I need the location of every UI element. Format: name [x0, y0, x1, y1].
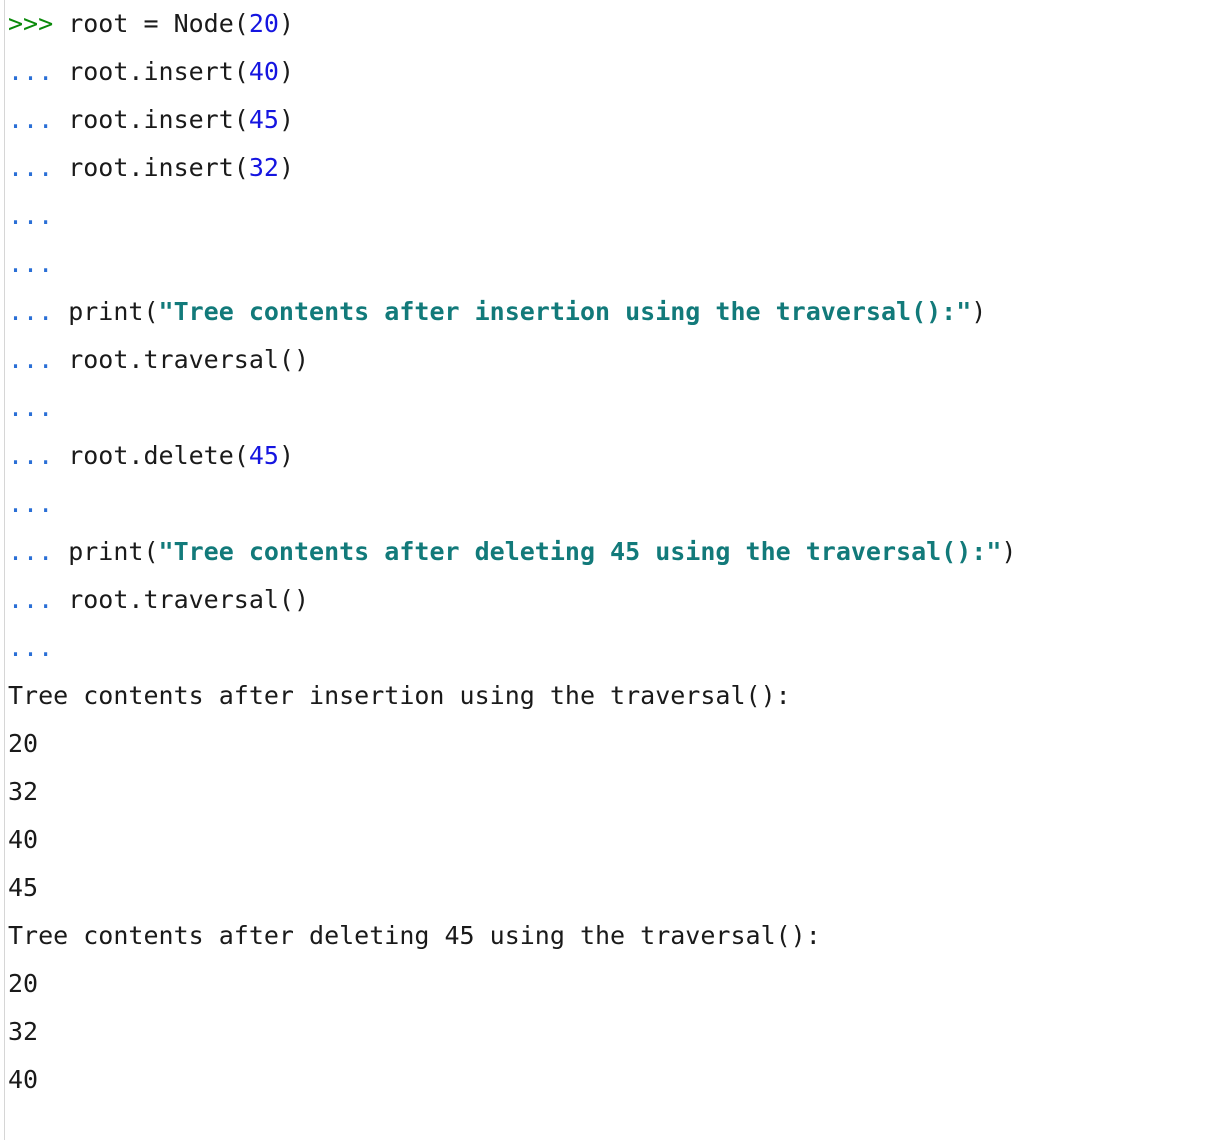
code-text: root.delete(: [53, 441, 249, 470]
continuation-prompt: ...: [8, 249, 54, 278]
code-text: root.insert(: [53, 153, 249, 182]
code-line: >>> root = Node(20): [8, 0, 1220, 48]
code-text: print(: [53, 537, 159, 566]
code-text: root.traversal(): [53, 345, 310, 374]
output-value: 40: [8, 1065, 39, 1094]
code-text: ): [971, 297, 987, 326]
code-text: ): [278, 9, 294, 38]
code-text: ): [278, 105, 294, 134]
code-line: ... print("Tree contents after deleting …: [8, 528, 1220, 576]
continuation-prompt: ...: [8, 153, 54, 182]
number-literal: 32: [248, 153, 279, 182]
continuation-prompt: ...: [8, 105, 54, 134]
code-line: ... root.traversal(): [8, 336, 1220, 384]
code-line: ... print("Tree contents after insertion…: [8, 288, 1220, 336]
output-value: 32: [8, 777, 39, 806]
continuation-prompt: ...: [8, 441, 54, 470]
empty-continuation-line: ...: [8, 192, 1220, 240]
continuation-prompt: ...: [8, 489, 54, 518]
string-literal: "Tree contents after insertion using the…: [158, 297, 972, 326]
output-heading: Tree contents after deleting 45 using th…: [8, 921, 821, 950]
continuation-prompt: ...: [8, 201, 54, 230]
number-literal: 45: [248, 105, 279, 134]
number-literal: 20: [248, 9, 279, 38]
output-value: 32: [8, 1017, 39, 1046]
console-lines: >>> root = Node(20) ... root.insert(40) …: [8, 0, 1220, 1104]
empty-continuation-line: ...: [8, 624, 1220, 672]
continuation-prompt: ...: [8, 297, 54, 326]
number-literal: 45: [248, 441, 279, 470]
continuation-prompt: ...: [8, 393, 54, 422]
code-text: root.traversal(): [53, 585, 310, 614]
continuation-prompt: ...: [8, 585, 54, 614]
output-value: 20: [8, 729, 39, 758]
code-line: ... root.insert(32): [8, 144, 1220, 192]
empty-continuation-line: ...: [8, 240, 1220, 288]
output-value: 40: [8, 825, 39, 854]
continuation-prompt: ...: [8, 633, 54, 662]
output-value: 20: [8, 969, 39, 998]
empty-continuation-line: ...: [8, 384, 1220, 432]
primary-prompt: >>>: [8, 9, 54, 38]
output-value: 45: [8, 873, 39, 902]
console-gutter-line: [4, 0, 5, 1140]
string-literal: "Tree contents after deleting 45 using t…: [158, 537, 1002, 566]
code-text: ): [278, 153, 294, 182]
empty-continuation-line: ...: [8, 480, 1220, 528]
code-line: ... root.insert(40): [8, 48, 1220, 96]
python-console[interactable]: >>> root = Node(20) ... root.insert(40) …: [0, 0, 1220, 1140]
code-text: ): [278, 441, 294, 470]
continuation-prompt: ...: [8, 345, 54, 374]
number-literal: 40: [248, 57, 279, 86]
continuation-prompt: ...: [8, 57, 54, 86]
code-line: ... root.insert(45): [8, 96, 1220, 144]
code-text: ): [1001, 537, 1017, 566]
continuation-prompt: ...: [8, 537, 54, 566]
code-line: ... root.traversal(): [8, 576, 1220, 624]
code-text: root.insert(: [53, 105, 249, 134]
code-text: print(: [53, 297, 159, 326]
code-line: ... root.delete(45): [8, 432, 1220, 480]
code-text: ): [278, 57, 294, 86]
code-text: root = Node(: [53, 9, 249, 38]
output-heading: Tree contents after insertion using the …: [8, 681, 791, 710]
code-text: root.insert(: [53, 57, 249, 86]
